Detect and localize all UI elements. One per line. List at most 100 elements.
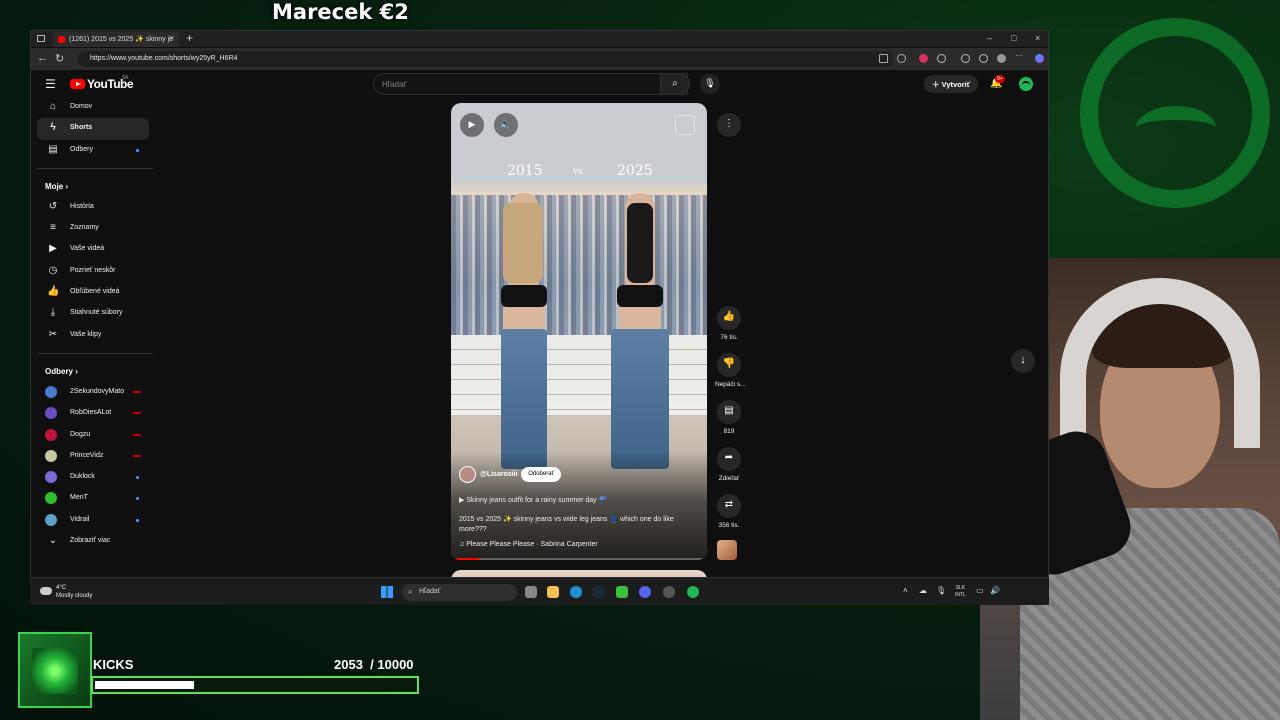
refresh-icon[interactable]: ↻ [55,52,64,65]
tab-actions-icon[interactable] [37,35,45,42]
sidebar-channel[interactable]: Vidrail [37,510,149,531]
share-icon[interactable]: ➦ [717,447,741,471]
sidebar-item-subscriptions[interactable]: ▤ Odbery [37,140,149,161]
sidebar-you-header[interactable]: Moje › [37,176,149,197]
next-short-arrow-icon[interactable]: ↓ [1011,349,1035,373]
like-icon[interactable]: 👍 [717,306,741,330]
hamburger-menu-icon[interactable]: ☰ [45,77,56,91]
task-view-icon[interactable] [525,586,537,598]
short-title: 2015 vs 2025 ✨ skinny jeans vs wide leg … [459,516,674,533]
tab-active[interactable]: (1261) 2015 vs 2025 ✨ skinny je [53,32,179,47]
language-indicator[interactable]: SLK INTL [955,585,966,599]
weather-widget[interactable]: 4°C Mostly cloudy [56,584,92,600]
new-content-dot [136,148,139,152]
remix-action[interactable]: ⇄ 356 tis. [715,494,743,529]
new-tab-button[interactable]: + [186,31,193,45]
account-avatar[interactable] [1017,75,1035,93]
favorite-star-icon[interactable] [897,54,906,63]
dislike-icon[interactable]: 👎 [717,353,741,377]
channel-name[interactable]: @Lisarosiii [480,471,518,478]
sidebar-show-more[interactable]: ⌄ Zobraziť viac [37,531,149,552]
tray-overflow-icon[interactable]: ˄ [903,586,908,595]
sidebar-channel[interactable]: MenT [37,488,149,509]
voice-search-icon[interactable]: 🎙 [700,74,720,94]
file-explorer-icon[interactable] [547,586,559,598]
address-bar-row: ← ↻ https://www.youtube.com/shorts/wy25y… [31,48,1048,70]
remix-icon[interactable]: ⇄ [717,494,741,518]
sidebar-item-your-videos[interactable]: ▶ Vaše videá [37,239,149,260]
sidebar-channel[interactable]: 2SekundovyMato [37,382,149,403]
comment-icon[interactable]: ▤ [717,400,741,424]
create-button[interactable]: ＋ Vytvoriť [924,75,978,93]
play-icon[interactable]: ▶ [460,113,484,137]
volume-icon[interactable]: 🔈 [494,113,518,137]
steam-icon[interactable] [593,586,605,598]
overlay-year-left: 2015 [507,163,543,179]
channel-avatar [45,428,57,441]
back-icon[interactable]: ← [37,52,48,64]
tab-close-icon[interactable]: × [169,33,174,43]
sidebar-item-playlists[interactable]: ≡ Zoznamy [37,218,149,239]
taskbar-search[interactable]: ⌕ Hľadať [402,584,517,601]
tab-title: (1261) 2015 vs 2025 ✨ skinny je [69,36,174,43]
sidebar: ⌂ Domov ϟ Shorts ▤ Odbery Moje › ↺ História … [31,97,155,552]
minimize-button[interactable]: – [987,33,992,43]
obs-icon[interactable] [663,586,675,598]
copilot-icon[interactable] [1035,54,1044,63]
maximize-button[interactable]: □ [1011,33,1016,43]
more-options-icon[interactable]: ⋮ [717,113,741,137]
clips-icon: ✂ [48,328,58,340]
sidebar-subscriptions-header[interactable]: Odbery › [37,361,149,382]
sidebar-item-clips[interactable]: ✂ Vaše klipy [37,325,149,346]
reader-icon[interactable] [879,54,888,63]
more-menu-icon[interactable]: ··· [1015,51,1024,60]
sidebar-channel[interactable]: RobDiesALot [37,403,149,424]
discord-icon[interactable] [639,586,651,598]
search-input[interactable]: Hľadať [373,73,688,95]
short-progress-bar[interactable] [451,558,707,560]
sidebar-item-history[interactable]: ↺ História [37,197,149,218]
stream-title: Marecek €2 [272,0,409,24]
sidebar-channel[interactable]: Dogzu [37,425,149,446]
short-video-player[interactable]: 2015 vs 2025 ▶ 🔈 @Lisarosiii Odoberať ▶ … [451,103,707,560]
share-action[interactable]: ➦ Zdieľať [715,447,743,482]
sidebar-channel[interactable]: PrinceVidz [37,446,149,467]
extension-puzzle-icon[interactable] [937,54,946,63]
sound-thumbnail[interactable] [717,540,737,560]
sidebar-item-home[interactable]: ⌂ Domov [37,97,149,118]
kicks-count: 2053 / 10000 [334,657,414,672]
favorites-icon[interactable] [979,54,988,63]
volume-tray-icon[interactable]: 🔊 [990,586,1000,595]
spotify-icon[interactable] [687,586,699,598]
dislike-action[interactable]: 👎 Nepáči s... [715,353,746,388]
kicks-progress-fill [95,681,194,689]
comments-action[interactable]: ▤ 819 [715,400,743,435]
windows-start-icon[interactable] [381,586,393,598]
subscribe-button[interactable]: Odoberať [521,467,561,482]
microphone-icon[interactable]: 🎙 [936,586,946,595]
chevron-right-icon: › [75,366,78,376]
edge-browser-icon[interactable] [570,586,582,598]
fullscreen-icon[interactable] [675,115,695,135]
profile-avatar-icon[interactable] [997,54,1006,63]
onedrive-icon[interactable]: ☁ [919,586,927,595]
weather-cloud-icon[interactable] [40,587,52,595]
sidebar-item-shorts[interactable]: ϟ Shorts [37,118,149,140]
extension-icon[interactable] [919,54,928,63]
playlist-link[interactable]: ▶ Skinny jeans outfit for a rainy summer… [459,496,607,504]
person-right [611,193,669,478]
youtube-favicon-icon [58,36,65,43]
sound-link[interactable]: ♫ Please Please Please · Sabrina Carpent… [459,541,598,548]
url-field[interactable]: https://www.youtube.com/shorts/wy25yR_H6… [77,51,893,67]
sidebar-item-downloads[interactable]: ⤓ Stiahnuté súbory [37,303,149,324]
settings-gear-icon[interactable] [961,54,970,63]
network-icon[interactable]: ▭ [976,586,984,595]
sidebar-item-liked[interactable]: 👍 Obľúbené videá [37,282,149,303]
like-action[interactable]: 👍 76 tis. [715,306,743,341]
sidebar-item-watch-later[interactable]: ◷ Pozrieť neskôr [37,261,149,282]
game-app-icon[interactable] [616,586,628,598]
search-button[interactable]: ⌕ [660,73,690,95]
channel-avatar[interactable] [459,466,476,483]
close-window-button[interactable]: × [1035,33,1040,43]
sidebar-channel[interactable]: Duklock [37,467,149,488]
